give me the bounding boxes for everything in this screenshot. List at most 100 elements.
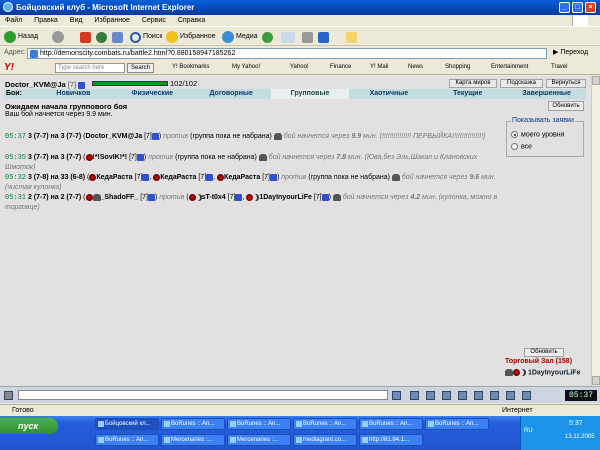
taskbar-item[interactable]: BoRunes :: An...	[359, 418, 423, 430]
messenger-button[interactable]	[346, 30, 357, 44]
join-battle-icon[interactable]	[391, 173, 400, 181]
send-icon[interactable]	[392, 391, 401, 400]
taskbar-item[interactable]: Бойцовский кл...	[95, 418, 159, 430]
scroll-up-arrow[interactable]	[592, 76, 600, 85]
yahoo-logo[interactable]: Y!	[4, 62, 14, 73]
fighter-name[interactable]: sT-t0x4	[202, 194, 226, 201]
tab-group[interactable]: Групповые	[270, 89, 350, 99]
maximize-button[interactable]: □	[572, 2, 583, 13]
yahoo-link-shopping[interactable]: Shopping	[445, 64, 470, 70]
edit-button[interactable]	[318, 30, 329, 44]
fighter-name[interactable]: !*!SovIK!*!	[93, 154, 128, 161]
hint-button[interactable]: Подсказка	[500, 79, 543, 88]
info-icon[interactable]	[206, 173, 214, 181]
yahoo-link-my-yahoo[interactable]: My Yahoo!	[232, 64, 260, 70]
tab-contract[interactable]: Договорные	[192, 89, 271, 99]
stop-button[interactable]	[80, 30, 91, 44]
filter-my-level[interactable]: моего уровня	[511, 131, 564, 138]
menu-edit[interactable]: Правка	[34, 17, 58, 24]
info-icon[interactable]	[269, 173, 277, 181]
taskbar-item[interactable]: BoRunes :: An...	[161, 418, 225, 430]
tab-current[interactable]: Текущие	[428, 89, 507, 99]
vertical-scrollbar[interactable]	[591, 76, 600, 386]
taskbar-item[interactable]: Mercenaries :...	[227, 434, 291, 446]
menu-view[interactable]: Вид	[70, 17, 83, 24]
refresh-page-button[interactable]	[96, 30, 107, 44]
info-icon[interactable]	[321, 193, 329, 201]
world-map-button[interactable]: Карта миров	[449, 79, 497, 88]
sound-icon[interactable]	[490, 391, 499, 400]
menu-tools[interactable]: Сервис	[142, 17, 166, 24]
radio-all[interactable]	[511, 143, 518, 150]
chat-menu-icon[interactable]	[4, 391, 13, 400]
search-button[interactable]: Поиск	[130, 30, 162, 44]
return-button[interactable]: Вернуться	[546, 79, 586, 88]
hall-user[interactable]: 1DayInyourLiFe	[505, 369, 580, 376]
info-icon[interactable]	[78, 81, 86, 89]
home-button[interactable]	[112, 30, 123, 44]
fighter-name[interactable]: Doctor_KVM@Ja	[86, 133, 143, 140]
minimize-button[interactable]: _	[559, 2, 570, 13]
close-button[interactable]: ×	[585, 2, 596, 13]
start-button[interactable]: пуск	[0, 418, 58, 434]
fighter-name[interactable]: КедаРаста	[224, 174, 260, 181]
yahoo-link-travel[interactable]: Travel	[551, 64, 567, 70]
taskbar-item[interactable]: BoRunes :: An...	[227, 418, 291, 430]
clear-icon[interactable]	[410, 391, 419, 400]
join-battle-icon[interactable]	[258, 153, 267, 161]
yahoo-link-entertainment[interactable]: Entertainment	[491, 64, 528, 70]
taskbar-item[interactable]: http://81.94.1...	[359, 434, 423, 446]
taskbar-item[interactable]: Mercenaries :...	[161, 434, 225, 446]
menu-help[interactable]: Справка	[178, 17, 205, 24]
yahoo-link-mail[interactable]: Y! Mail	[370, 64, 388, 70]
tray-clock[interactable]: 5:37	[569, 420, 583, 427]
fighter-name[interactable]: _ShadoFF_	[101, 194, 139, 201]
tab-chaotic[interactable]: Хаотичные	[349, 89, 428, 99]
menu-file[interactable]: Файл	[5, 17, 22, 24]
filter-all[interactable]: все	[511, 143, 532, 150]
yahoo-link-news[interactable]: News	[408, 64, 423, 70]
info-icon[interactable]	[142, 173, 150, 181]
info-icon[interactable]	[235, 193, 243, 201]
fighter-name[interactable]: 1DayInyourLiFe	[259, 194, 312, 201]
yahoo-search-button[interactable]: Search	[127, 63, 155, 73]
join-battle-icon[interactable]	[332, 193, 341, 201]
forward-button[interactable]	[52, 30, 64, 44]
yahoo-link-yahoo[interactable]: Yahoo!	[290, 64, 309, 70]
taskbar-item[interactable]: BoRunes :: An...	[425, 418, 489, 430]
yahoo-search-input[interactable]: Type search here	[55, 63, 125, 73]
player-name[interactable]: Doctor_KVM@Ja [7]	[5, 80, 86, 89]
print-button[interactable]	[302, 30, 313, 44]
yahoo-link-finance[interactable]: Finance	[330, 64, 351, 70]
smile-icon[interactable]	[442, 391, 451, 400]
back-button[interactable]: Назад	[4, 30, 38, 44]
tab-finished[interactable]: Завершенные	[507, 89, 586, 99]
exit-icon[interactable]	[522, 391, 531, 400]
fighter-name[interactable]: КедаРаста	[160, 174, 196, 181]
language-indicator[interactable]: RU	[524, 428, 533, 434]
radio-my-level[interactable]	[511, 131, 518, 138]
hall-refresh-button[interactable]: Обновить	[524, 348, 564, 357]
history-chat-icon[interactable]	[506, 391, 515, 400]
yahoo-link-bookmarks[interactable]: Y! Bookmarks	[172, 64, 209, 70]
filter-icon[interactable]	[426, 391, 435, 400]
go-button[interactable]: ▶ Переход	[553, 48, 588, 56]
info-icon[interactable]	[147, 193, 155, 201]
translit-icon[interactable]	[458, 391, 467, 400]
menu-favorites[interactable]: Избранное	[94, 17, 129, 24]
media-button[interactable]: Медиа	[222, 30, 258, 44]
mail-button[interactable]	[281, 30, 295, 44]
favorites-button[interactable]: Избранное	[166, 30, 215, 44]
chat-input[interactable]	[18, 390, 388, 400]
info-icon[interactable]	[151, 132, 159, 140]
history-button[interactable]	[262, 30, 273, 44]
scroll-down-arrow[interactable]	[592, 376, 600, 385]
address-input[interactable]: http://demonscity.combats.ru/battle2.htm…	[27, 48, 547, 59]
tab-novice[interactable]: Новичков	[34, 89, 113, 99]
refresh-battles-button[interactable]: Обновить	[548, 101, 584, 111]
fighter-name[interactable]: КедаРаста	[96, 174, 132, 181]
info-icon[interactable]	[136, 153, 144, 161]
taskbar-item[interactable]: BoRunes :: An...	[95, 434, 159, 446]
taskbar-item[interactable]: BoRunes :: An...	[293, 418, 357, 430]
settings-icon[interactable]	[474, 391, 483, 400]
